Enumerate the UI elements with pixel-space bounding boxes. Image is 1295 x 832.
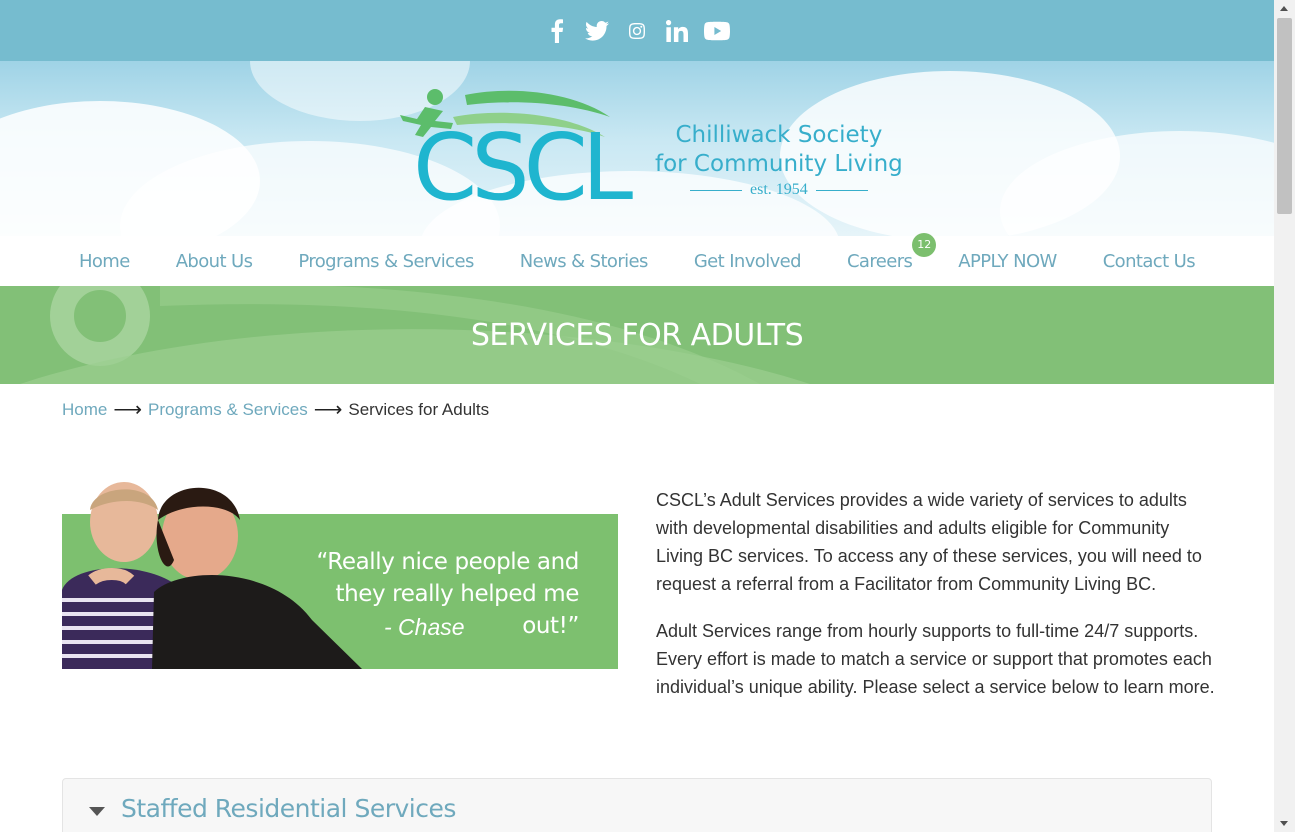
site-header: CSCL Chilliwack Society for Community Li… xyxy=(0,61,1274,236)
divider xyxy=(689,189,742,191)
logo-est: est. 1954 xyxy=(655,181,903,199)
scroll-up-arrow-icon[interactable] xyxy=(1280,6,1288,11)
breadcrumb-programs-link[interactable]: Programs & Services xyxy=(148,400,308,420)
page-title: SERVICES FOR ADULTS xyxy=(470,317,804,353)
intro-paragraph-2: Adult Services range from hourly support… xyxy=(656,621,1215,697)
logo-mark-text: CSCL xyxy=(413,114,633,207)
nav-item-home[interactable]: Home xyxy=(79,251,130,272)
vertical-scrollbar[interactable] xyxy=(1274,0,1295,832)
nav-item-news-stories[interactable]: News & Stories xyxy=(520,251,649,272)
divider xyxy=(815,189,868,191)
nav-item-get-involved[interactable]: Get Involved xyxy=(694,251,802,272)
breadcrumb-arrow-icon: ⟶ xyxy=(113,399,143,421)
careers-count-badge: 12 xyxy=(912,232,937,257)
main-nav: Home About Us Programs & Services News &… xyxy=(0,232,1274,286)
breadcrumb-current: Services for Adults xyxy=(348,399,490,419)
linkedin-icon[interactable] xyxy=(664,18,690,44)
logo-line-1: Chilliwack Society xyxy=(675,122,883,148)
facebook-icon[interactable] xyxy=(544,18,570,44)
intro-paragraph-1: CSCL’s Adult Services provides a wide va… xyxy=(656,490,1202,594)
intro-text: CSCL’s Adult Services provides a wide va… xyxy=(656,486,1216,720)
nav-item-programs-services[interactable]: Programs & Services xyxy=(298,251,474,272)
breadcrumb-home-link[interactable]: Home xyxy=(62,400,107,420)
nav-item-apply-now[interactable]: APPLY NOW xyxy=(958,251,1057,272)
nav-item-careers[interactable]: Careers 12 xyxy=(846,232,937,272)
testimonial-author: - Chase xyxy=(384,614,465,640)
page: CSCL Chilliwack Society for Community Li… xyxy=(0,0,1274,832)
instagram-icon[interactable] xyxy=(624,18,650,44)
testimonial-image: “Really nice people and they really help… xyxy=(62,480,618,669)
accordion-staffed-residential[interactable]: Staffed Residential Services xyxy=(62,778,1212,832)
youtube-icon[interactable] xyxy=(704,18,730,44)
nav-item-careers-label: Careers xyxy=(846,250,913,272)
logo-wordmark: Chilliwack Society for Community Living … xyxy=(655,121,903,199)
breadcrumb: Home ⟶ Programs & Services ⟶ Services fo… xyxy=(62,397,489,422)
page-banner: SERVICES FOR ADULTS xyxy=(0,286,1274,384)
nav-item-about-us[interactable]: About Us xyxy=(176,251,253,272)
scrollbar-thumb[interactable] xyxy=(1277,18,1292,214)
logo-line-2: for Community Living xyxy=(655,151,903,177)
social-bar xyxy=(0,0,1274,61)
breadcrumb-arrow-icon: ⟶ xyxy=(313,399,343,421)
nav-item-contact-us[interactable]: Contact Us xyxy=(1103,251,1196,272)
scroll-down-arrow-icon[interactable] xyxy=(1280,821,1288,826)
accordion-title: Staffed Residential Services xyxy=(121,794,456,823)
logo-est-text: est. 1954 xyxy=(749,181,808,198)
caret-down-icon xyxy=(89,807,105,816)
twitter-icon[interactable] xyxy=(584,18,610,44)
